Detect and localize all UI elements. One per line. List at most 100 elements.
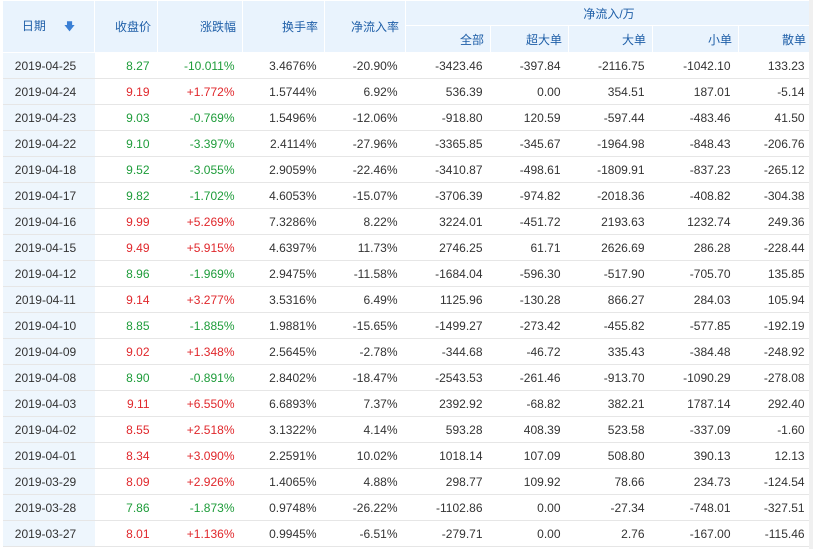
table-row[interactable]: 2019-04-23 9.03 -0.769% 1.5496% -12.06% -918.… bbox=[2, 104, 813, 131]
cell-change: -10.011% bbox=[157, 52, 243, 79]
cell-super-large: -130.28 bbox=[490, 286, 569, 313]
cell-date: 2019-04-24 bbox=[2, 78, 95, 105]
scrollbar[interactable] bbox=[809, 0, 813, 549]
cell-change: -0.769% bbox=[157, 104, 243, 131]
table-row[interactable]: 2019-04-18 9.52 -3.055% 2.9059% -22.46% -3410… bbox=[2, 156, 813, 183]
col-large-header[interactable]: 大单 bbox=[568, 25, 653, 53]
cell-large: -2018.36 bbox=[568, 182, 653, 209]
cell-date: 2019-04-11 bbox=[2, 286, 95, 313]
cell-all: 593.28 bbox=[405, 416, 491, 443]
cell-super-large: -974.82 bbox=[490, 182, 569, 209]
cell-retail: -248.92 bbox=[738, 338, 813, 365]
cell-all: 536.39 bbox=[405, 78, 491, 105]
cell-turnover: 2.8402% bbox=[242, 364, 325, 391]
cell-super-large: -46.72 bbox=[490, 338, 569, 365]
cell-net-inflow-rate: -15.07% bbox=[324, 182, 406, 209]
cell-large: -2116.75 bbox=[568, 52, 653, 79]
table-row[interactable]: 2019-04-09 9.02 +1.348% 2.5645% -2.78% -344.6… bbox=[2, 338, 813, 365]
table-row[interactable]: 2019-04-10 8.85 -1.885% 1.9881% -15.65% -1499… bbox=[2, 312, 813, 339]
cell-super-large: -68.82 bbox=[490, 390, 569, 417]
cell-turnover: 0.9748% bbox=[242, 494, 325, 521]
cell-all: -3365.85 bbox=[405, 130, 491, 157]
cell-net-inflow-rate: 4.14% bbox=[324, 416, 406, 443]
table-row[interactable]: 2019-04-15 9.49 +5.915% 4.6397% 11.73% 2746.2… bbox=[2, 234, 813, 261]
header-row-top: 日期 🡇 收盘价 涨跌幅 换手率 净流入率 净流入/万 bbox=[2, 0, 813, 53]
cell-change: +3.277% bbox=[157, 286, 243, 313]
cell-super-large: 0.00 bbox=[490, 494, 569, 521]
col-all-header[interactable]: 全部 bbox=[405, 25, 491, 53]
cell-small: -848.43 bbox=[652, 130, 739, 157]
cell-small: -337.09 bbox=[652, 416, 739, 443]
cell-change: +2.518% bbox=[157, 416, 243, 443]
table-row[interactable]: 2019-04-02 8.55 +2.518% 3.1322% 4.14% 593.28 4… bbox=[2, 416, 813, 443]
table-row[interactable]: 2019-03-29 8.09 +2.926% 1.4065% 4.88% 298.77 1… bbox=[2, 468, 813, 495]
table-row[interactable]: 2019-04-11 9.14 +3.277% 3.5316% 6.49% 1125.96… bbox=[2, 286, 813, 313]
table-row[interactable]: 2019-04-16 9.99 +5.269% 7.3286% 8.22% 3224.01… bbox=[2, 208, 813, 235]
net-inflow-group-header: 净流入/万 bbox=[404, 0, 813, 26]
cell-turnover: 1.5744% bbox=[242, 78, 325, 105]
cell-super-large: 0.00 bbox=[490, 78, 569, 105]
arrow-down-icon[interactable]: 🡇 bbox=[64, 18, 75, 37]
col-net-inflow-rate-label: 净流入率 bbox=[350, 20, 399, 34]
table-row[interactable]: 2019-04-24 9.19 +1.772% 1.5744% 6.92% 536.39 0… bbox=[2, 78, 813, 105]
cell-close: 8.96 bbox=[94, 260, 158, 287]
cell-net-inflow-rate: 11.73% bbox=[324, 234, 406, 261]
col-close-header[interactable]: 收盘价 bbox=[94, 0, 158, 53]
cell-change: -0.891% bbox=[157, 364, 243, 391]
cell-retail: -115.46 bbox=[738, 520, 813, 547]
cell-change: +6.550% bbox=[157, 390, 243, 417]
cell-net-inflow-rate: 10.02% bbox=[324, 442, 406, 469]
table-row[interactable]: 2019-04-22 9.10 -3.397% 2.4114% -27.96% -3365… bbox=[2, 130, 813, 157]
cell-net-inflow-rate: -20.90% bbox=[324, 52, 406, 79]
table-row[interactable]: 2019-04-17 9.82 -1.702% 4.6053% -15.07% -3706… bbox=[2, 182, 813, 209]
col-small-header[interactable]: 小单 bbox=[652, 25, 739, 53]
cell-close: 8.85 bbox=[94, 312, 158, 339]
table-row[interactable]: 2019-04-03 9.11 +6.550% 6.6893% 7.37% 2392.92… bbox=[2, 390, 813, 417]
cell-super-large: -397.84 bbox=[490, 52, 569, 79]
cell-close: 9.14 bbox=[94, 286, 158, 313]
cell-large: 2626.69 bbox=[568, 234, 653, 261]
cell-net-inflow-rate: -11.58% bbox=[324, 260, 406, 287]
cell-retail: 12.13 bbox=[738, 442, 813, 469]
table-row[interactable]: 2019-04-08 8.90 -0.891% 2.8402% -18.47% -2543… bbox=[2, 364, 813, 391]
cell-small: -705.70 bbox=[652, 260, 739, 287]
cell-large: -1964.98 bbox=[568, 130, 653, 157]
cell-date: 2019-04-02 bbox=[2, 416, 95, 443]
cell-date: 2019-03-27 bbox=[2, 520, 95, 547]
cell-large: -913.70 bbox=[568, 364, 653, 391]
net-inflow-group-label: 净流入/万 bbox=[583, 6, 635, 21]
cell-turnover: 6.6893% bbox=[242, 390, 325, 417]
cell-change: +1.772% bbox=[157, 78, 243, 105]
cell-turnover: 4.6397% bbox=[242, 234, 325, 261]
col-change-header[interactable]: 涨跌幅 bbox=[157, 0, 243, 53]
cell-net-inflow-rate: 4.88% bbox=[324, 468, 406, 495]
table-row[interactable]: 2019-04-12 8.96 -1.969% 2.9475% -11.58% -1684… bbox=[2, 260, 813, 287]
col-turnover-header[interactable]: 换手率 bbox=[242, 0, 325, 53]
cell-net-inflow-rate: 6.49% bbox=[324, 286, 406, 313]
cell-change: -1.702% bbox=[157, 182, 243, 209]
cell-date: 2019-04-16 bbox=[2, 208, 95, 235]
cell-large: -517.90 bbox=[568, 260, 653, 287]
cell-retail: -124.54 bbox=[738, 468, 813, 495]
cell-change: +5.269% bbox=[157, 208, 243, 235]
table-row[interactable]: 2019-03-27 8.01 +1.136% 0.9945% -6.51% -279.7… bbox=[2, 520, 813, 547]
fund-flow-table: 日期 🡇 收盘价 涨跌幅 换手率 净流入率 净流入/万 全部 超大单 大单 小单 … bbox=[2, 0, 813, 547]
table-row[interactable]: 2019-03-28 7.86 -1.873% 0.9748% -26.22% -1102… bbox=[2, 494, 813, 521]
col-retail-header[interactable]: 散单 bbox=[737, 25, 813, 53]
col-net-inflow-rate-header[interactable]: 净流入率 bbox=[324, 0, 406, 53]
col-super-large-header[interactable]: 超大单 bbox=[490, 25, 569, 53]
cell-large: 2193.63 bbox=[568, 208, 653, 235]
cell-net-inflow-rate: -6.51% bbox=[324, 520, 406, 547]
cell-all: -344.68 bbox=[405, 338, 491, 365]
table-row[interactable]: 2019-04-01 8.34 +3.090% 2.2591% 10.02% 1018.1… bbox=[2, 442, 813, 469]
cell-date: 2019-04-17 bbox=[2, 182, 95, 209]
cell-net-inflow-rate: 6.92% bbox=[324, 78, 406, 105]
cell-date: 2019-04-15 bbox=[2, 234, 95, 261]
table-row[interactable]: 2019-04-25 8.27 -10.011% 3.4676% -20.90% -342… bbox=[2, 52, 813, 79]
cell-net-inflow-rate: -12.06% bbox=[324, 104, 406, 131]
col-small-label: 小单 bbox=[707, 32, 732, 47]
cell-date: 2019-04-18 bbox=[2, 156, 95, 183]
cell-turnover: 2.5645% bbox=[242, 338, 325, 365]
cell-net-inflow-rate: -26.22% bbox=[324, 494, 406, 521]
col-date-header[interactable]: 日期 🡇 bbox=[2, 0, 95, 53]
